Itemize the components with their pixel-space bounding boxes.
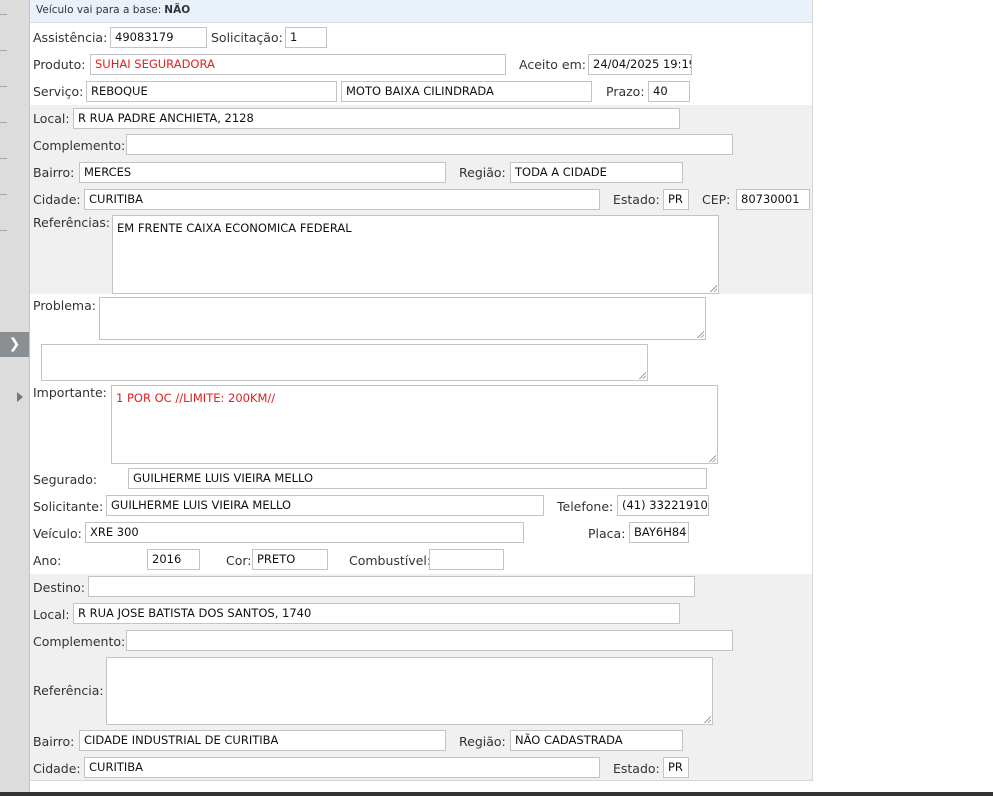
bottom-bar bbox=[0, 792, 993, 796]
assistencia-label: Assistência: bbox=[33, 30, 108, 45]
importante-text: 1 POR OC //LIMITE: 200KM// bbox=[116, 391, 276, 405]
segurado-field[interactable]: GUILHERME LUIS VIEIRA MELLO bbox=[128, 468, 707, 489]
bairro-label: Bairro: bbox=[33, 165, 75, 180]
dest-estado-field[interactable]: PR bbox=[663, 757, 689, 778]
telefone-label: Telefone: bbox=[557, 499, 614, 514]
ano-field[interactable]: 2016 bbox=[147, 549, 200, 570]
cep-field[interactable]: 80730001 bbox=[736, 189, 810, 210]
placa-label: Placa: bbox=[588, 526, 626, 541]
regiao-field[interactable]: TODA A CIDADE bbox=[510, 162, 683, 183]
produto-field[interactable]: SUHAI SEGURADORA bbox=[90, 54, 506, 75]
local-field[interactable]: R RUA PADRE ANCHIETA, 2128 bbox=[73, 108, 680, 129]
problem-extra-textarea[interactable] bbox=[41, 344, 648, 381]
dest-regiao-label: Região: bbox=[459, 734, 506, 749]
referencias-label: Referências: bbox=[33, 215, 111, 230]
produto-label: Produto: bbox=[33, 57, 86, 72]
complemento-label: Complemento: bbox=[33, 138, 126, 153]
solicitante-field[interactable]: GUILHERME LUIS VIEIRA MELLO bbox=[106, 495, 544, 516]
rail-tick bbox=[0, 86, 7, 87]
resize-grip-icon[interactable] bbox=[638, 371, 646, 379]
telefone-field[interactable]: (41) 33221910 bbox=[617, 495, 709, 516]
estado-field[interactable]: PR bbox=[663, 189, 689, 210]
solicitacao-field[interactable]: 1 bbox=[285, 27, 327, 48]
cidade-label: Cidade: bbox=[33, 192, 81, 207]
resize-grip-icon[interactable] bbox=[709, 284, 717, 292]
veiculo-label: Veículo: bbox=[33, 526, 82, 541]
dest-referencia-textarea[interactable] bbox=[106, 657, 713, 725]
dest-complemento-label: Complemento: bbox=[33, 634, 126, 649]
problema-label: Problema: bbox=[33, 298, 96, 313]
aceito-em-field[interactable]: 24/04/2025 19:19 bbox=[588, 54, 692, 75]
complemento-field[interactable] bbox=[126, 134, 733, 155]
resize-grip-icon[interactable] bbox=[696, 330, 704, 338]
importante-textarea[interactable]: 1 POR OC //LIMITE: 200KM// bbox=[111, 385, 718, 464]
left-rail: ❯ bbox=[0, 0, 30, 792]
dest-cidade-label: Cidade: bbox=[33, 761, 81, 776]
cidade-field[interactable]: CURITIBA bbox=[84, 189, 600, 210]
cor-label: Cor: bbox=[226, 553, 252, 568]
veiculo-field[interactable]: XRE 300 bbox=[85, 522, 524, 543]
referencias-textarea[interactable]: EM FRENTE CAIXA ECONOMICA FEDERAL bbox=[112, 215, 719, 294]
referencias-text: EM FRENTE CAIXA ECONOMICA FEDERAL bbox=[117, 221, 352, 235]
estado-label: Estado: bbox=[613, 192, 660, 207]
regiao-label: Região: bbox=[459, 165, 506, 180]
dest-local-label: Local: bbox=[33, 607, 70, 622]
resize-grip-icon[interactable] bbox=[708, 454, 716, 462]
combustivel-label: Combustível: bbox=[349, 553, 432, 568]
dest-complemento-field[interactable] bbox=[126, 630, 733, 651]
dest-estado-label: Estado: bbox=[613, 761, 660, 776]
prazo-label: Prazo: bbox=[606, 84, 645, 99]
expand-panel-button[interactable]: ❯ bbox=[0, 332, 29, 357]
cor-field[interactable]: PRETO bbox=[252, 549, 328, 570]
solicitacao-label: Solicitação: bbox=[211, 30, 283, 45]
rail-tick bbox=[0, 50, 7, 51]
ano-label: Ano: bbox=[33, 553, 62, 568]
rail-tick bbox=[0, 14, 7, 15]
rail-tick bbox=[0, 230, 7, 231]
dest-referencia-label: Referência: bbox=[33, 683, 104, 698]
servico-tipo-field[interactable]: MOTO BAIXA CILINDRADA bbox=[341, 81, 592, 102]
bairro-field[interactable]: MERCES bbox=[79, 162, 446, 183]
combustivel-field[interactable] bbox=[429, 549, 504, 570]
dest-bairro-field[interactable]: CIDADE INDUSTRIAL DE CURITIBA bbox=[79, 730, 446, 751]
assistencia-field[interactable]: 49083179 bbox=[110, 27, 207, 48]
servico-label: Serviço: bbox=[33, 84, 84, 99]
dest-regiao-field[interactable]: NÃO CADASTRADA bbox=[510, 730, 683, 751]
rail-tick bbox=[0, 158, 7, 159]
dest-bairro-label: Bairro: bbox=[33, 734, 75, 749]
servico-field[interactable]: REBOQUE bbox=[86, 81, 337, 102]
solicitante-label: Solicitante: bbox=[33, 499, 104, 514]
rail-tick bbox=[0, 122, 7, 123]
local-label: Local: bbox=[33, 111, 70, 126]
importante-label: Importante: bbox=[33, 385, 107, 400]
aceito-em-label: Aceito em: bbox=[519, 57, 586, 72]
triangle-right-icon bbox=[17, 392, 23, 402]
vehicle-to-base-bar: Veículo vai para a base: NÃO bbox=[30, 0, 812, 23]
placa-field[interactable]: BAY6H84 bbox=[629, 522, 689, 543]
problema-textarea[interactable] bbox=[99, 297, 706, 340]
destino-label: Destino: bbox=[33, 580, 85, 595]
chevron-right-icon: ❯ bbox=[8, 336, 21, 352]
destino-field[interactable] bbox=[88, 576, 695, 597]
vehicle-to-base-text: Veículo vai para a base: NÃO bbox=[36, 4, 191, 16]
service-detail-panel: Veículo vai para a base: NÃO Assistência:… bbox=[30, 0, 813, 781]
segurado-label: Segurado: bbox=[33, 472, 98, 487]
rail-tick bbox=[0, 194, 7, 195]
cep-label: CEP: bbox=[702, 192, 731, 207]
prazo-field[interactable]: 40 bbox=[648, 81, 690, 102]
dest-local-field[interactable]: R RUA JOSE BATISTA DOS SANTOS, 1740 bbox=[73, 603, 680, 624]
resize-grip-icon[interactable] bbox=[703, 715, 711, 723]
dest-cidade-field[interactable]: CURITIBA bbox=[84, 757, 600, 778]
